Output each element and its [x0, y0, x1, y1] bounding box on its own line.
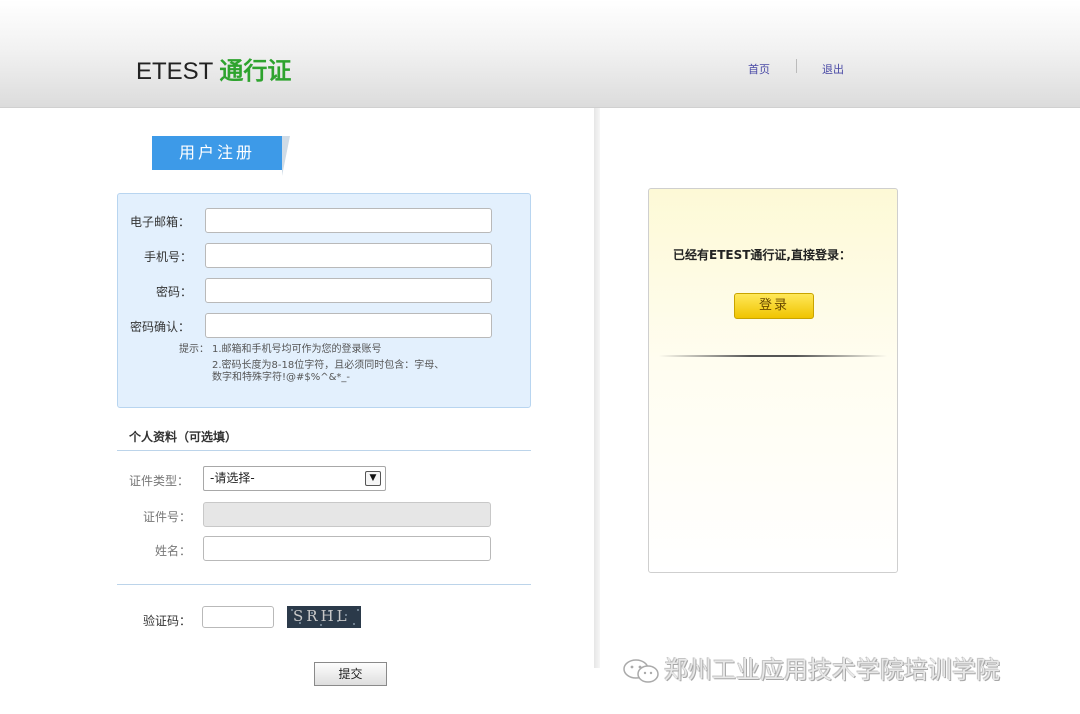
- profile-bottom-divider: [117, 584, 531, 585]
- captcha-label: 验证码：: [143, 614, 192, 628]
- submit-button[interactable]: 提交: [314, 662, 387, 686]
- hint-prefix: 提示：: [179, 344, 209, 355]
- captcha-field[interactable]: [202, 606, 274, 628]
- login-card-divider: [659, 355, 887, 357]
- nav-home-link[interactable]: 首页: [748, 61, 770, 77]
- hint-line-2: 2.密码长度为8-18位字符，且必须同时包含：字母、: [212, 360, 445, 371]
- profile-section-title: 个人资料（可选填）: [129, 430, 238, 444]
- confirm-password-field[interactable]: [205, 313, 492, 338]
- column-divider: [594, 108, 600, 668]
- register-tab-shadow: [282, 136, 290, 176]
- id-number-label: 证件号：: [143, 510, 192, 524]
- brand-logo: ETEST 通行证: [136, 56, 291, 87]
- chevron-down-icon[interactable]: ▼: [365, 471, 381, 486]
- name-label: 姓名：: [155, 544, 192, 558]
- brand-accent: 通行证: [219, 57, 292, 85]
- brand-prefix: ETEST: [136, 58, 214, 85]
- watermark: 郑州工业应用技术学院培训学院: [620, 650, 1000, 686]
- watermark-text: 郑州工业应用技术学院培训学院: [664, 656, 1000, 684]
- login-card: 已经有ETEST通行证,直接登录： 登录: [648, 188, 898, 573]
- register-form-box: 电子邮箱： 手机号： 密码： 密码确认： 提示： 1.邮箱和手机号均可作为您的登…: [117, 193, 531, 408]
- wechat-icon: [623, 659, 659, 683]
- email-field[interactable]: [205, 208, 492, 233]
- captcha-image[interactable]: SRHL: [287, 606, 361, 628]
- profile-top-divider: [117, 450, 531, 451]
- email-label: 电子邮箱：: [130, 215, 191, 229]
- captcha-text: SRHL: [293, 607, 350, 625]
- phone-label: 手机号：: [144, 250, 193, 264]
- confirm-password-label: 密码确认：: [130, 320, 191, 334]
- page-header: ETEST 通行证 首页 退出: [0, 0, 1080, 108]
- id-number-field: [203, 502, 491, 527]
- id-type-selected-value: -请选择-: [210, 471, 255, 485]
- nav-logout-link[interactable]: 退出: [822, 61, 844, 77]
- password-label: 密码：: [156, 285, 193, 299]
- phone-field[interactable]: [205, 243, 492, 268]
- id-type-label: 证件类型：: [129, 474, 190, 488]
- id-type-select[interactable]: -请选择- ▼: [203, 466, 386, 491]
- hint-line-1: 1.邮箱和手机号均可作为您的登录账号: [212, 344, 382, 355]
- name-field[interactable]: [203, 536, 491, 561]
- nav-separator: [796, 59, 797, 73]
- hint-line-3: 数字和特殊字符!@#$%^&*_-: [212, 372, 351, 383]
- register-tab: 用户注册: [152, 136, 282, 170]
- login-prompt: 已经有ETEST通行证,直接登录：: [673, 248, 851, 262]
- login-button[interactable]: 登录: [734, 293, 814, 319]
- password-field[interactable]: [205, 278, 492, 303]
